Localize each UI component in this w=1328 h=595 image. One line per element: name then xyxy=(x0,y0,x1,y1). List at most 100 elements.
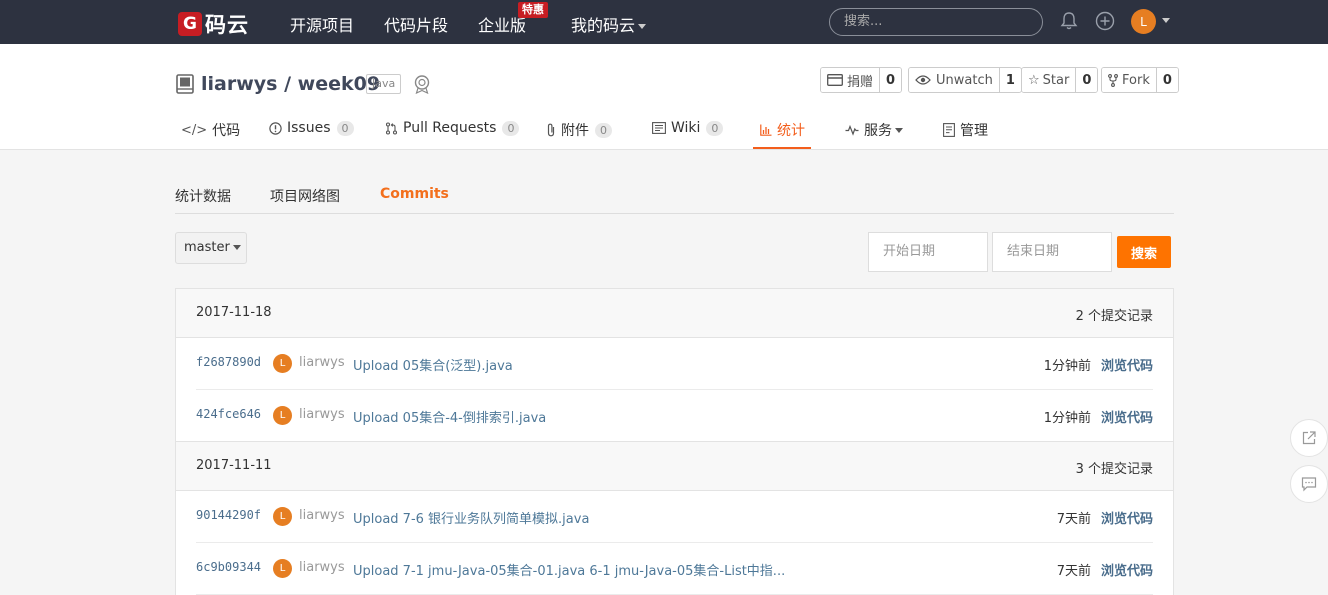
repo-title: liarwys / week09 xyxy=(201,73,380,95)
subtab-statistics-data[interactable]: 统计数据 xyxy=(175,186,231,206)
chevron-down-icon xyxy=(895,127,903,133)
stats-icon xyxy=(760,124,772,136)
tab-code[interactable]: </> 代码 xyxy=(181,120,240,140)
unwatch-button[interactable]: Unwatch xyxy=(909,68,999,92)
commit-time: 7天前 xyxy=(1056,512,1091,527)
tab-attachments[interactable]: 附件 0 xyxy=(546,120,612,140)
star-button-group[interactable]: ☆ Star 0 xyxy=(1021,67,1099,93)
commit-author[interactable]: liarwys xyxy=(299,508,345,523)
subtab-commits[interactable]: Commits xyxy=(380,186,449,202)
top-navbar: G 码云 开源项目 代码片段 企业版 特惠 我的码云 搜索... L xyxy=(0,0,1328,44)
nav-code-snippets[interactable]: 代码片段 xyxy=(384,12,448,36)
avatar[interactable]: L xyxy=(273,406,292,425)
language-tag[interactable]: Java xyxy=(366,74,402,94)
special-offer-badge: 特惠 xyxy=(518,2,548,18)
commit-sha-link[interactable]: 424fce646 xyxy=(196,407,261,421)
fork-button-group[interactable]: Fork 0 xyxy=(1101,67,1179,93)
commit-sha-link[interactable]: f2687890d xyxy=(196,355,261,369)
logo-mark: G xyxy=(178,12,202,36)
pulse-icon xyxy=(845,124,859,136)
issues-count: 0 xyxy=(336,120,354,136)
wiki-icon xyxy=(652,122,666,134)
commit-message-link[interactable]: Upload 7-6 银行业务队列简单模拟.java xyxy=(353,508,589,527)
fork-button[interactable]: Fork xyxy=(1102,68,1156,92)
commit-date: 2017-11-18 xyxy=(196,305,272,320)
watch-count[interactable]: 1 xyxy=(998,68,1021,92)
donate-count[interactable]: 0 xyxy=(879,68,902,92)
end-date-input[interactable]: 结束日期 xyxy=(992,232,1112,272)
tab-services[interactable]: 服务 xyxy=(845,120,903,140)
search-input[interactable]: 搜索... xyxy=(829,8,1043,36)
donate-icon xyxy=(827,74,843,86)
browse-code-link[interactable]: 浏览代码 xyxy=(1101,407,1153,426)
star-button[interactable]: ☆ Star xyxy=(1022,68,1076,92)
issue-icon xyxy=(269,121,282,135)
pull-requests-count: 0 xyxy=(502,120,520,136)
commit-message-link[interactable]: Upload 05集合(泛型).java xyxy=(353,355,513,374)
tab-wiki-label: Wiki xyxy=(671,120,701,136)
tab-pull-requests[interactable]: Pull Requests 0 xyxy=(385,120,520,136)
donate-button[interactable]: 捐赠 xyxy=(821,68,880,92)
repo-header: liarwys / week09 Java 捐赠 0 Unwatch 1 ☆ S… xyxy=(0,44,1328,150)
logo[interactable]: G 码云 xyxy=(178,9,249,39)
fork-count[interactable]: 0 xyxy=(1155,68,1178,92)
subtab-network-graph[interactable]: 项目网络图 xyxy=(270,186,340,206)
commit-group-header: 2017-11-18 2 个提交记录 xyxy=(176,289,1173,338)
browse-code-link[interactable]: 浏览代码 xyxy=(1101,560,1153,579)
branch-select[interactable]: master xyxy=(175,232,247,264)
avatar[interactable]: L xyxy=(273,559,292,578)
fork-label: Fork xyxy=(1122,72,1150,88)
chevron-down-icon[interactable] xyxy=(1162,18,1170,23)
avatar[interactable]: L xyxy=(273,354,292,373)
nav-my-gitee[interactable]: 我的码云 xyxy=(571,12,647,36)
commit-row: 424fce646 L liarwys Upload 05集合-4-倒排索引.j… xyxy=(176,390,1173,442)
commit-row: 6c9b09344 L liarwys Upload 7-1 jmu-Java-… xyxy=(176,543,1173,595)
tab-wiki[interactable]: Wiki 0 xyxy=(652,120,724,136)
share-button[interactable] xyxy=(1290,419,1328,457)
commit-date: 2017-11-11 xyxy=(196,458,272,473)
commit-author[interactable]: liarwys xyxy=(299,355,345,370)
donate-button-group[interactable]: 捐赠 0 xyxy=(820,67,903,93)
browse-code-link[interactable]: 浏览代码 xyxy=(1101,355,1153,374)
wiki-count: 0 xyxy=(706,120,724,136)
commit-count: 3 个提交记录 xyxy=(1075,462,1153,477)
star-count[interactable]: 0 xyxy=(1075,68,1098,92)
tab-manage[interactable]: 管理 xyxy=(943,120,988,140)
manage-icon xyxy=(943,123,955,137)
commit-row: 90144290f L liarwys Upload 7-6 银行业务队列简单模… xyxy=(176,491,1173,543)
tab-attachments-label: 附件 xyxy=(561,123,589,139)
tab-issues[interactable]: Issues 0 xyxy=(269,120,354,136)
star-label: Star xyxy=(1042,72,1070,88)
nav-open-source[interactable]: 开源项目 xyxy=(290,12,354,36)
search-button[interactable]: 搜索 xyxy=(1117,236,1171,268)
repo-owner-link[interactable]: liarwys xyxy=(201,73,277,95)
commit-author[interactable]: liarwys xyxy=(299,560,345,575)
user-avatar[interactable]: L xyxy=(1131,9,1156,34)
commit-time: 1分钟前 xyxy=(1043,359,1091,374)
browse-code-link[interactable]: 浏览代码 xyxy=(1101,508,1153,527)
watch-button-group[interactable]: Unwatch 1 xyxy=(908,67,1022,93)
award-icon[interactable] xyxy=(413,74,431,94)
bell-icon[interactable] xyxy=(1059,11,1079,31)
commit-row: f2687890d L liarwys Upload 05集合(泛型).java… xyxy=(176,338,1173,390)
commit-message-link[interactable]: Upload 05集合-4-倒排索引.java xyxy=(353,407,546,426)
start-date-input[interactable]: 开始日期 xyxy=(868,232,988,272)
commit-author[interactable]: liarwys xyxy=(299,407,345,422)
commit-message-link[interactable]: Upload 7-1 jmu-Java-05集合-01.java 6-1 jmu… xyxy=(353,560,785,579)
code-icon: </> xyxy=(181,122,208,138)
eye-icon xyxy=(915,75,931,85)
chevron-down-icon xyxy=(638,24,647,29)
plus-circle-icon[interactable] xyxy=(1095,11,1115,31)
commit-group-header: 2017-11-11 3 个提交记录 xyxy=(176,441,1173,491)
chevron-down-icon xyxy=(232,245,241,250)
commit-sha-link[interactable]: 6c9b09344 xyxy=(196,560,261,574)
tab-manage-label: 管理 xyxy=(960,123,988,139)
tab-services-label: 服务 xyxy=(864,123,892,139)
tab-statistics[interactable]: 统计 xyxy=(760,120,805,140)
avatar[interactable]: L xyxy=(273,507,292,526)
commit-sha-link[interactable]: 90144290f xyxy=(196,508,261,522)
star-icon: ☆ xyxy=(1028,72,1040,88)
attachment-icon xyxy=(547,123,555,137)
feedback-button[interactable] xyxy=(1290,465,1328,503)
attachments-count: 0 xyxy=(595,122,612,138)
